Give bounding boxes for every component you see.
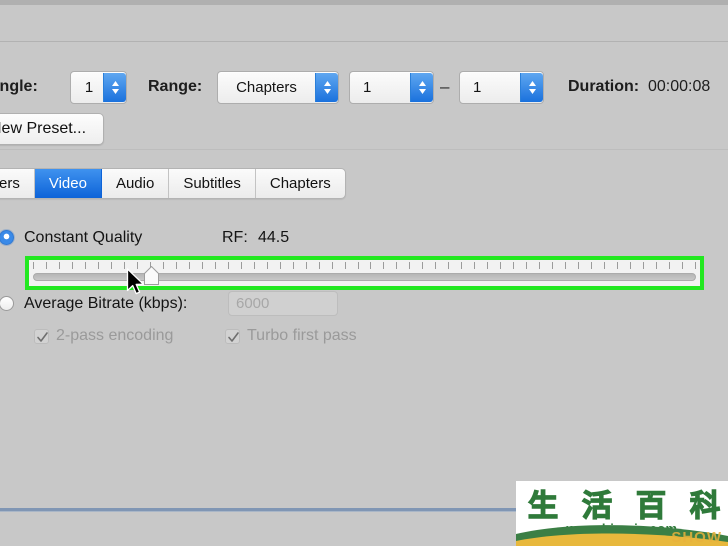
turbo-first-pass-label: Turbo first pass <box>247 327 357 344</box>
tab-audio[interactable]: Audio <box>102 169 170 198</box>
average-bitrate-label: Average Bitrate (kbps): <box>24 295 188 312</box>
range-toolbar-row: Angle: 1 Range: Chapters 1 <box>0 66 728 108</box>
constant-quality-label: Constant Quality <box>24 229 143 246</box>
watermark-show-text: SHOW <box>671 529 722 546</box>
two-pass-encoding-checkbox[interactable] <box>34 329 49 344</box>
range-type-value: Chapters <box>236 79 297 96</box>
slider-thumb[interactable] <box>143 265 160 286</box>
rf-label: RF: <box>222 229 248 246</box>
range-label: Range: <box>148 78 203 95</box>
stepper-updown-icon[interactable] <box>103 73 126 102</box>
site-watermark: 生 活 百 科 www.bimeiz.com SHOW <box>516 481 728 546</box>
watermark-char-3: 百 <box>635 488 666 524</box>
chapter-start-value: 1 <box>363 79 372 96</box>
watermark-char-4: 科 <box>689 488 720 524</box>
quality-slider[interactable] <box>33 262 696 286</box>
chapter-start-stepper[interactable]: 1 <box>349 71 434 104</box>
constant-quality-radio[interactable] <box>0 230 14 245</box>
watermark-char-2: 活 <box>581 488 612 524</box>
watermark-characters: 生 活 百 科 <box>527 483 720 524</box>
chapter-end-value: 1 <box>473 79 482 96</box>
tab-subtitles-label: Subtitles <box>183 175 241 192</box>
toolbar-divider <box>0 41 728 42</box>
average-bitrate-radio[interactable] <box>0 296 14 311</box>
tab-chapters-label: Chapters <box>269 175 331 192</box>
turbo-first-pass-checkbox[interactable] <box>225 329 240 344</box>
tab-chapters[interactable]: Chapters <box>256 169 345 198</box>
rf-value: 44.5 <box>258 229 290 246</box>
tab-filters[interactable]: Filters <box>0 169 35 198</box>
new-preset-label: New Preset... <box>0 120 87 137</box>
tab-audio-label: Audio <box>115 175 155 192</box>
window-titlebar-strip <box>0 0 728 5</box>
new-preset-button[interactable]: New Preset... <box>0 113 104 145</box>
slider-track[interactable] <box>33 273 696 281</box>
handbrake-window: Angle: 1 Range: Chapters 1 <box>0 0 728 546</box>
chapter-end-stepper[interactable]: 1 <box>459 71 544 104</box>
slider-tick-marks <box>33 262 696 271</box>
angle-stepper[interactable]: 1 <box>70 71 127 104</box>
angle-label: Angle: <box>0 78 38 95</box>
tab-video[interactable]: Video <box>34 169 102 198</box>
angle-value: 1 <box>84 79 94 96</box>
preset-section-divider <box>0 149 728 150</box>
stepper-updown-icon[interactable] <box>315 73 338 102</box>
stepper-updown-icon[interactable] <box>520 73 543 102</box>
settings-tab-bar[interactable]: Filters Video Audio Subtitles Chapters <box>0 168 346 199</box>
tab-filters-label: Filters <box>0 175 20 192</box>
duration-label: Duration: <box>568 78 640 95</box>
stepper-updown-icon[interactable] <box>410 73 433 102</box>
range-type-popup[interactable]: Chapters <box>217 71 339 104</box>
watermark-char-1: 生 <box>527 488 558 524</box>
two-pass-encoding-label: 2-pass encoding <box>56 327 174 344</box>
tab-video-label: Video <box>48 175 87 192</box>
range-separator: – <box>440 77 450 96</box>
tab-subtitles[interactable]: Subtitles <box>169 169 256 198</box>
average-bitrate-input[interactable]: 6000 <box>228 291 338 316</box>
average-bitrate-value: 6000 <box>236 295 270 312</box>
duration-value: 00:00:08 <box>648 78 711 95</box>
